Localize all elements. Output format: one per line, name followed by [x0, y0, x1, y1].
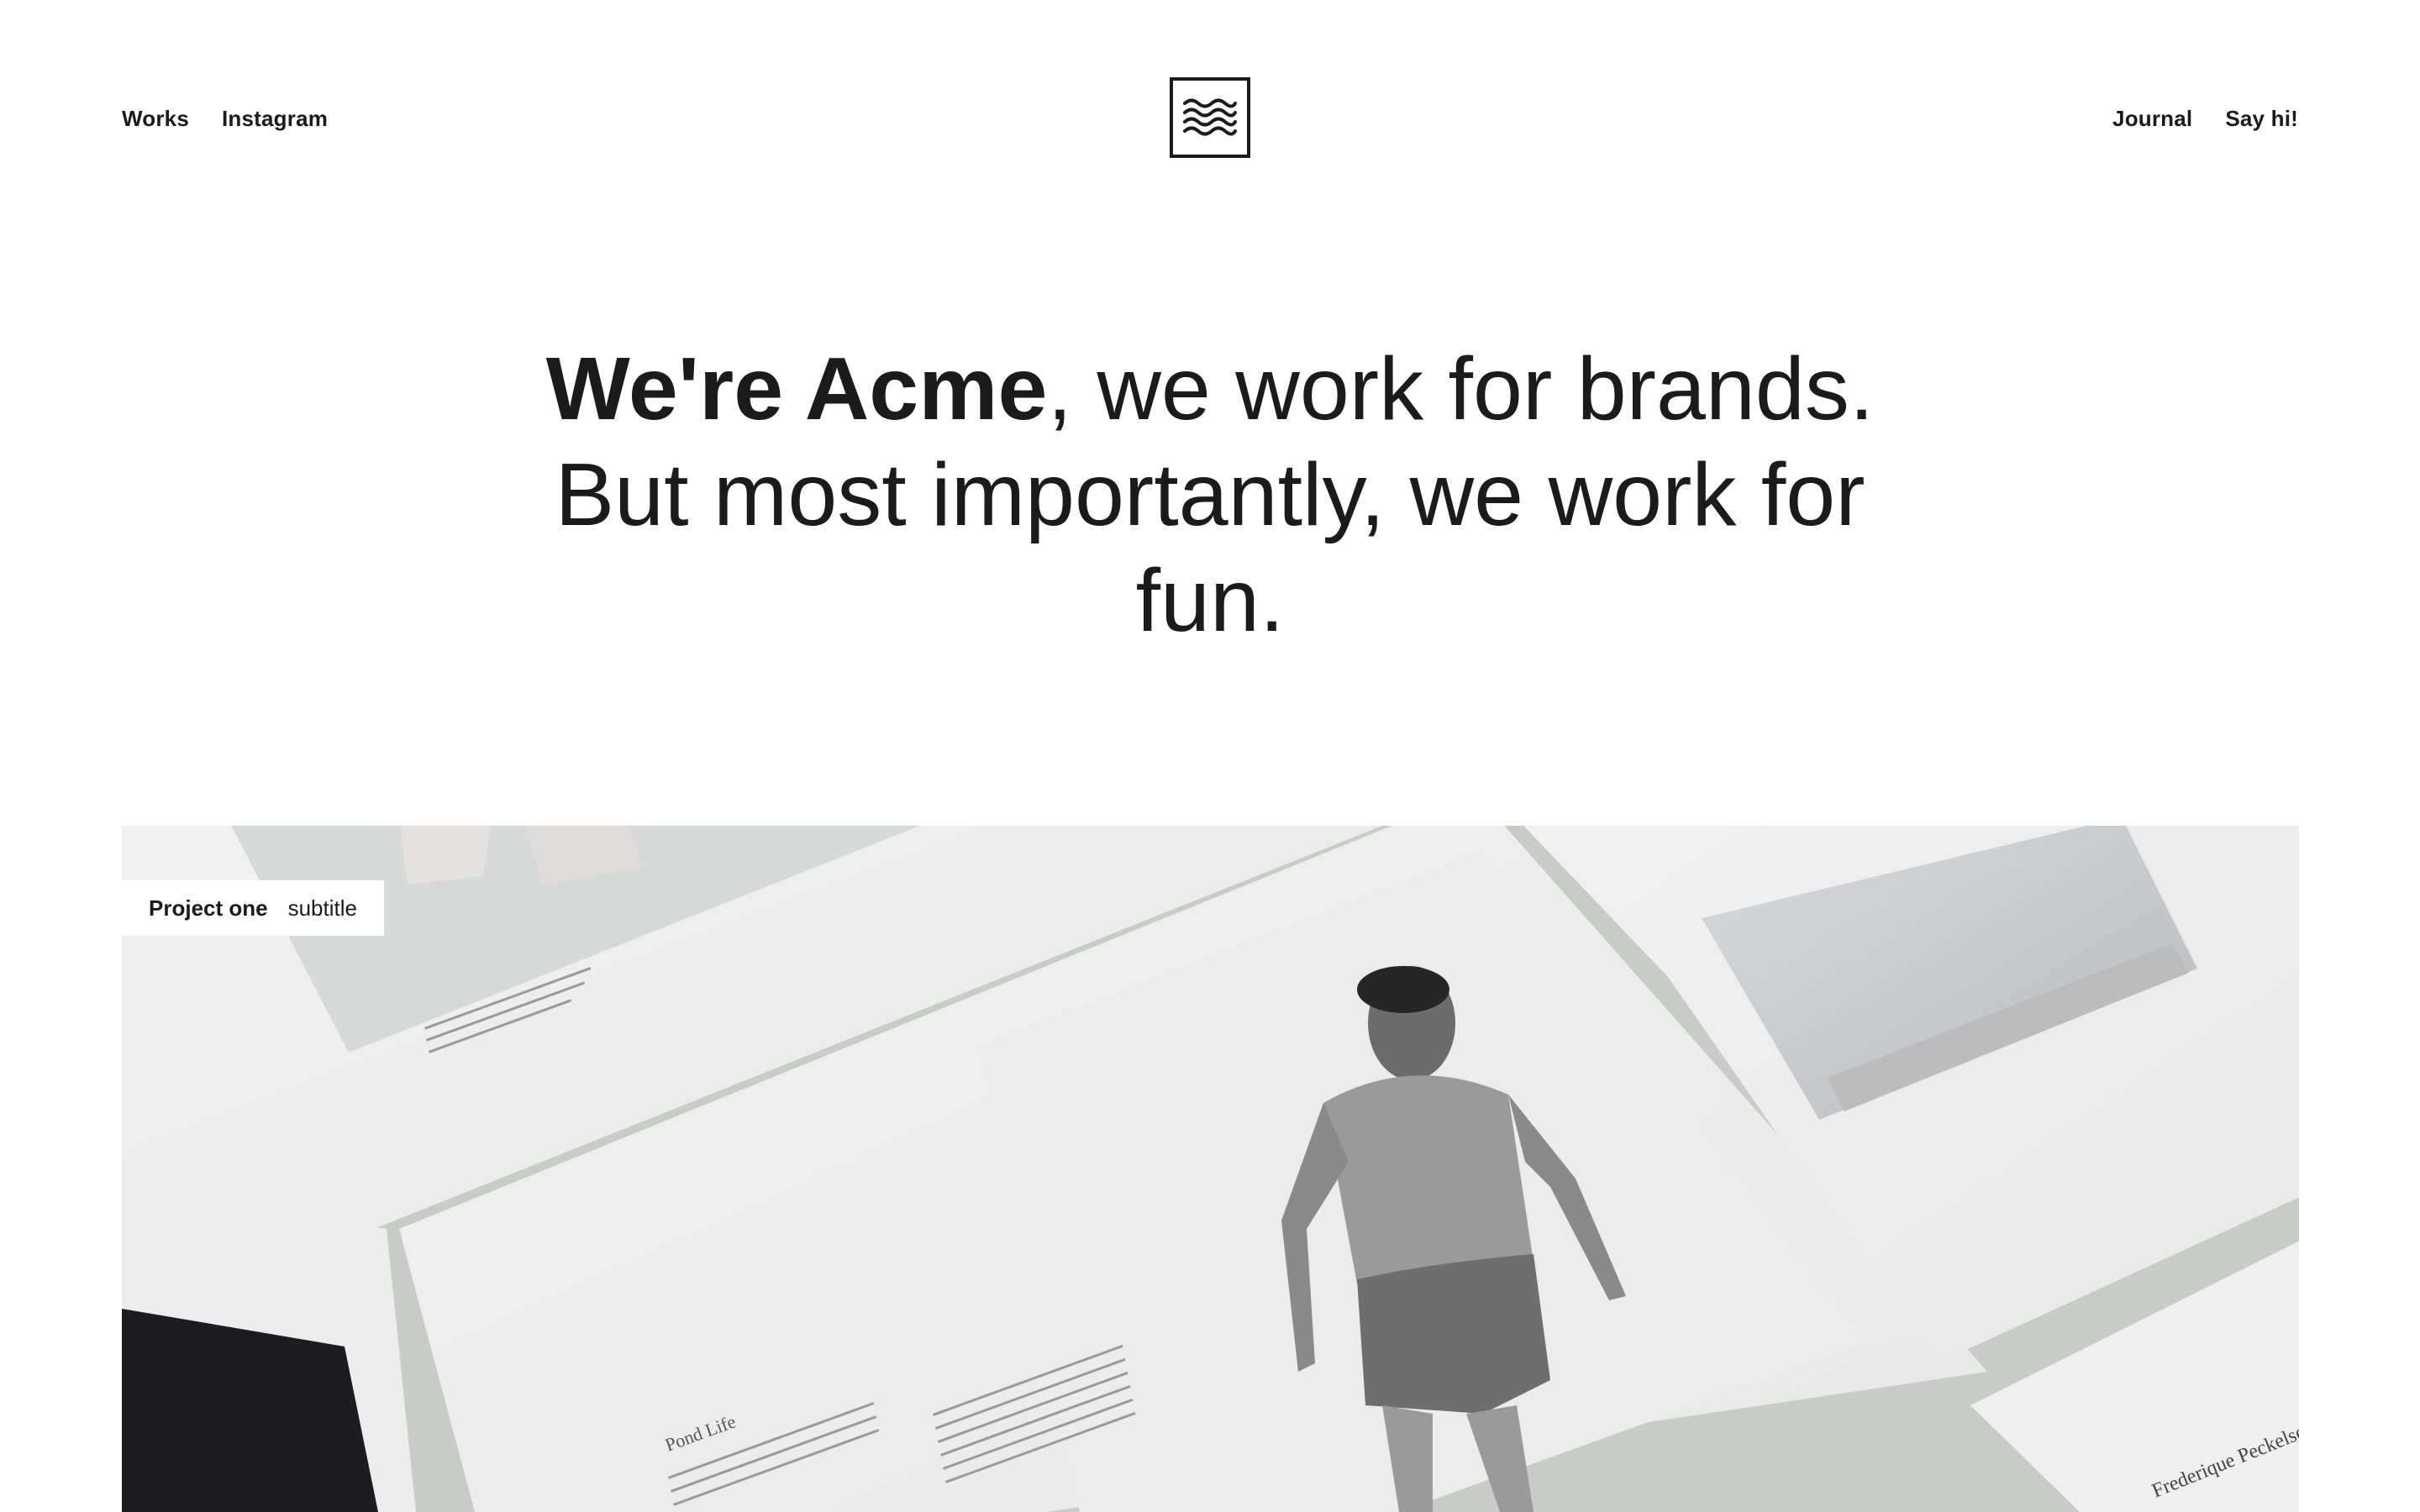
nav-link-journal[interactable]: Journal: [2112, 106, 2192, 132]
hero-heading: We're Acme, we work for brands. But most…: [0, 336, 2420, 654]
page: Works Instagram Journal Say hi! We're Ac…: [0, 0, 2420, 1512]
logo[interactable]: [1170, 77, 1250, 158]
nav-right: Journal Say hi!: [2112, 106, 2298, 132]
site-header: Works Instagram Journal Say hi!: [122, 77, 2298, 161]
waves-icon: [1183, 98, 1237, 136]
nav-link-say-hi[interactable]: Say hi!: [2225, 106, 2298, 132]
magazine-spreads-illustration: Pond Life Frederique Peckelsen: [122, 826, 2299, 1512]
hero-brand-name: We're Acme: [545, 339, 1048, 438]
project-title: Project one: [149, 895, 268, 921]
project-feature-image[interactable]: Pond Life Frederique Peckelsen: [122, 826, 2299, 1512]
nav-link-works[interactable]: Works: [122, 106, 189, 132]
project-subtitle: subtitle: [287, 895, 357, 921]
hero-line-2: But most importantly, we work for: [555, 445, 1865, 544]
hero-line-3: fun.: [1135, 551, 1285, 650]
project-label[interactable]: Project one subtitle: [122, 880, 384, 936]
nav-link-instagram[interactable]: Instagram: [222, 106, 328, 132]
nav-left: Works Instagram: [122, 106, 328, 132]
hero-line-1-rest: , we work for brands.: [1047, 339, 1875, 438]
hero-line-1: We're Acme, we work for brands.: [0, 336, 2420, 442]
